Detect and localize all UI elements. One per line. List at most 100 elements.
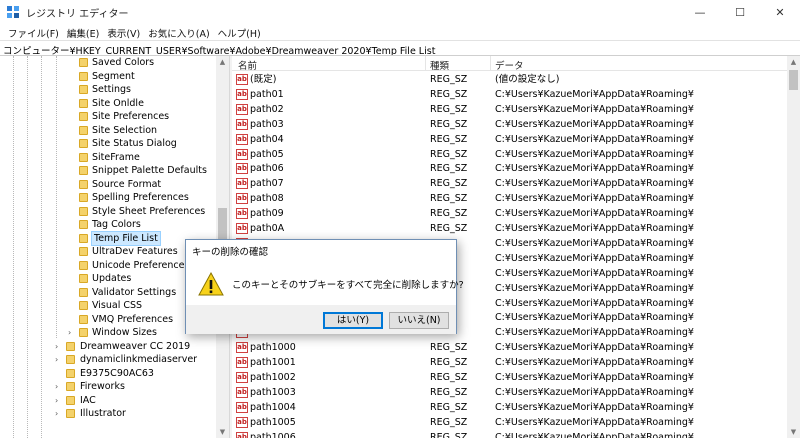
value-data: C:¥Users¥KazueMori¥AppData¥Roaming¥ (495, 178, 694, 190)
minimize-button[interactable]: — (680, 0, 720, 24)
value-row[interactable]: ab path07 REG_SZ C:¥Users¥KazueMori¥AppData… (232, 176, 787, 191)
value-name: (既定) (250, 74, 277, 85)
tree-node[interactable]: Validator Settings (0, 286, 215, 299)
folder-icon (79, 287, 88, 297)
tree-node[interactable]: Tag Colors (0, 218, 215, 231)
tree-node[interactable]: Site Selection (0, 124, 215, 137)
dialog-title: キーの削除の確認 (186, 240, 456, 259)
column-divider[interactable] (425, 56, 426, 71)
maximize-icon: ☐ (735, 5, 745, 19)
value-name: path04 (250, 133, 284, 145)
list-scroll-thumb[interactable] (789, 70, 798, 90)
minimize-icon: — (694, 5, 706, 19)
string-value-icon: ab (236, 103, 248, 115)
value-row[interactable]: ab path09 REG_SZ C:¥Users¥KazueMori¥AppData… (232, 206, 787, 221)
value-data: C:¥Users¥KazueMori¥AppData¥Roaming¥ (495, 386, 694, 398)
value-row[interactable]: ab path1000 REG_SZ C:¥Users¥KazueMori¥AppDa… (232, 340, 787, 355)
tree-node[interactable]: Source Format (0, 178, 215, 191)
value-data: (値の設定なし) (495, 74, 560, 85)
tree-node-label: IAC (80, 394, 96, 406)
column-header-data[interactable]: データ (495, 58, 524, 72)
tree-node[interactable]: Temp File List (0, 230, 215, 246)
tree-node[interactable]: VMQ Preferences (0, 313, 215, 326)
value-row[interactable]: ab path1006 REG_SZ C:¥Users¥KazueMori¥AppDa… (232, 430, 787, 438)
value-row[interactable]: ab path01 REG_SZ C:¥Users¥KazueMori¥AppData… (232, 87, 787, 102)
tree-node[interactable]: Saved Colors (0, 56, 215, 69)
string-value-icon: ab (236, 416, 248, 428)
value-row[interactable]: ab path08 REG_SZ C:¥Users¥KazueMori¥AppData… (232, 191, 787, 206)
value-row[interactable]: ab path06 REG_SZ C:¥Users¥KazueMori¥AppData… (232, 161, 787, 176)
tree-node[interactable]: Spelling Preferences (0, 191, 215, 204)
tree-node[interactable]: Visual CSS (0, 299, 215, 312)
yes-button[interactable]: はい(Y) (323, 312, 383, 329)
tree-node[interactable]: › Fireworks (0, 380, 215, 393)
scroll-up-icon[interactable]: ▲ (216, 56, 229, 68)
menu-edit[interactable]: 編集(E) (63, 24, 103, 40)
value-row[interactable]: ab path03 REG_SZ C:¥Users¥KazueMori¥AppData… (232, 117, 787, 132)
tree-node[interactable]: › dynamiclinkmediaserver (0, 353, 215, 366)
menu-favorites[interactable]: お気に入り(A) (144, 24, 213, 40)
folder-icon (79, 179, 88, 189)
tree-node-label: Site Onldle (92, 97, 144, 109)
expand-chevron-icon[interactable]: › (68, 326, 76, 339)
tree-node[interactable]: › IAC (0, 394, 215, 407)
value-row[interactable]: ab path1003 REG_SZ C:¥Users¥KazueMori¥AppDa… (232, 385, 787, 400)
address-bar[interactable]: コンピューター¥HKEY_CURRENT_USER¥Software¥Adobe… (0, 40, 800, 56)
column-header-name[interactable]: 名前 (238, 58, 257, 72)
no-button[interactable]: いいえ(N) (389, 312, 449, 329)
tree-node[interactable]: › Window Sizes (0, 326, 215, 339)
tree-node[interactable]: Snippet Palette Defaults (0, 164, 215, 177)
value-type: REG_SZ (430, 386, 468, 398)
expand-chevron-icon[interactable]: › (55, 394, 63, 407)
dialog-message: このキーとそのサブキーをすべて完全に削除しますか? (232, 280, 464, 291)
value-row[interactable]: ab path02 REG_SZ C:¥Users¥KazueMori¥AppData… (232, 102, 787, 117)
tree-node-label: Snippet Palette Defaults (92, 165, 207, 176)
tree-node-label: VMQ Preferences (92, 313, 174, 325)
list-scrollbar[interactable]: ▲ ▼ (787, 56, 800, 438)
tree-node[interactable]: UltraDev Features (0, 245, 215, 258)
menu-help[interactable]: ヘルプ(H) (214, 24, 265, 40)
tree-node[interactable]: Style Sheet Preferences (0, 205, 215, 218)
tree-node[interactable]: Site Preferences (0, 110, 215, 123)
tree-node[interactable]: › Illustrator (0, 407, 215, 420)
tree-node[interactable]: Unicode Preferences (0, 259, 215, 272)
tree-node[interactable]: Site Status Dialog (0, 137, 215, 150)
value-row[interactable]: ab path04 REG_SZ C:¥Users¥KazueMori¥AppData… (232, 132, 787, 147)
value-row[interactable]: ab path05 REG_SZ C:¥Users¥KazueMori¥AppData… (232, 147, 787, 162)
value-row[interactable]: ab (既定) REG_SZ (値の設定なし) (232, 72, 787, 87)
expand-chevron-icon[interactable]: › (55, 353, 63, 366)
string-value-icon: ab (236, 386, 248, 398)
value-row[interactable]: ab path1005 REG_SZ C:¥Users¥KazueMori¥AppDa… (232, 415, 787, 430)
value-row[interactable]: ab path0A REG_SZ C:¥Users¥KazueMori¥AppData… (232, 221, 787, 236)
tree-node[interactable]: Segment (0, 70, 215, 83)
expand-chevron-icon[interactable]: › (55, 340, 63, 353)
tree-node[interactable]: Settings (0, 83, 215, 96)
expand-chevron-icon[interactable]: › (55, 407, 63, 420)
value-row[interactable]: ab path1004 REG_SZ C:¥Users¥KazueMori¥AppDa… (232, 400, 787, 415)
value-name: path1006 (250, 431, 296, 438)
value-data: C:¥Users¥KazueMori¥AppData¥Roaming¥ (495, 103, 694, 115)
tree-node[interactable]: › Dreamweaver CC 2019 (0, 340, 215, 353)
tree-node[interactable]: Updates (0, 272, 215, 285)
tree-node[interactable]: SiteFrame (0, 151, 215, 164)
maximize-button[interactable]: ☐ (720, 0, 760, 24)
menu-view[interactable]: 表示(V) (103, 24, 144, 40)
value-row[interactable]: ab path1001 REG_SZ C:¥Users¥KazueMori¥AppDa… (232, 355, 787, 370)
scroll-down-icon[interactable]: ▼ (787, 426, 800, 438)
value-row[interactable]: ab path1002 REG_SZ C:¥Users¥KazueMori¥AppDa… (232, 370, 787, 385)
menu-file[interactable]: ファイル(F) (4, 24, 63, 40)
close-button[interactable]: ✕ (760, 0, 800, 24)
tree-node[interactable]: Site Onldle (0, 97, 215, 110)
folder-icon (79, 112, 88, 121)
scroll-down-icon[interactable]: ▼ (216, 426, 229, 438)
folder-icon (79, 274, 88, 283)
menu-bar: ファイル(F) 編集(E) 表示(V) お気に入り(A) ヘルプ(H) (0, 24, 800, 40)
tree-node[interactable]: E9375C90AC63 (0, 367, 215, 380)
scroll-up-icon[interactable]: ▲ (787, 56, 800, 68)
expand-chevron-icon[interactable]: › (55, 380, 63, 393)
folder-icon (66, 382, 75, 391)
value-name: path1005 (250, 416, 296, 428)
column-header-type[interactable]: 種類 (430, 58, 449, 72)
window-title: レジストリ エディター (26, 9, 129, 20)
column-divider[interactable] (490, 56, 491, 71)
